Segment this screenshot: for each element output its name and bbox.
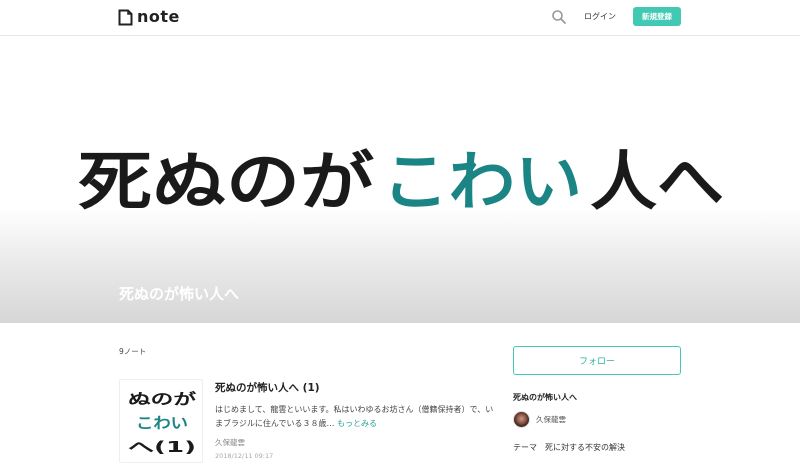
magazine-owner[interactable]: 久保龍雲 [513, 411, 566, 428]
note-thumbnail-art: ぬのが こわい へ(1) [128, 390, 197, 456]
search-icon[interactable] [551, 9, 567, 25]
read-more-link[interactable]: もっとみる [337, 419, 377, 428]
signup-button[interactable]: 新規登録 [633, 7, 681, 26]
note-date: 2018/12/11 09:17 [215, 452, 274, 460]
thumb-line-2: こわい [136, 414, 188, 432]
login-link[interactable]: ログイン [584, 11, 616, 22]
hero-art-black-2: 人へ [590, 146, 724, 220]
top-header: note ログイン 新規登録 [0, 0, 800, 36]
avatar [513, 411, 530, 428]
thumb-line-3: へ(1) [128, 438, 196, 456]
sidebar-magazine-title: 死ぬのが怖い人へ [513, 393, 577, 402]
hero-art-black-1: 死ぬのが [78, 146, 374, 220]
logo-text: note [137, 7, 180, 26]
note-excerpt: はじめまして、龍雲といいます。私はいわゆるお坊さん（僧籍保持者）で、いまブラジル… [215, 403, 495, 431]
hero-title-artwork: 死ぬのが こわい 人へ [78, 146, 724, 220]
magazine-title: 死ぬのが怖い人へ [119, 285, 240, 303]
note-logo-icon [118, 9, 133, 25]
follow-button[interactable]: フォロー [513, 346, 681, 375]
owner-name: 久保龍雲 [536, 415, 566, 424]
thumb-line-1: ぬのが [128, 390, 197, 408]
note-logo[interactable]: note [118, 7, 180, 27]
magazine-description: テーマ 死に対する不安の解決 [513, 443, 625, 452]
note-count: 9ノート [119, 347, 147, 356]
note-author[interactable]: 久保龍雲 [215, 437, 245, 448]
note-thumbnail[interactable]: ぬのが こわい へ(1) [119, 379, 203, 463]
note-title[interactable]: 死ぬのが怖い人へ (1) [215, 380, 320, 395]
magazine-hero: 死ぬのが こわい 人へ 死ぬのが怖い人へ [0, 37, 800, 323]
hero-art-teal: こわい [382, 146, 582, 220]
